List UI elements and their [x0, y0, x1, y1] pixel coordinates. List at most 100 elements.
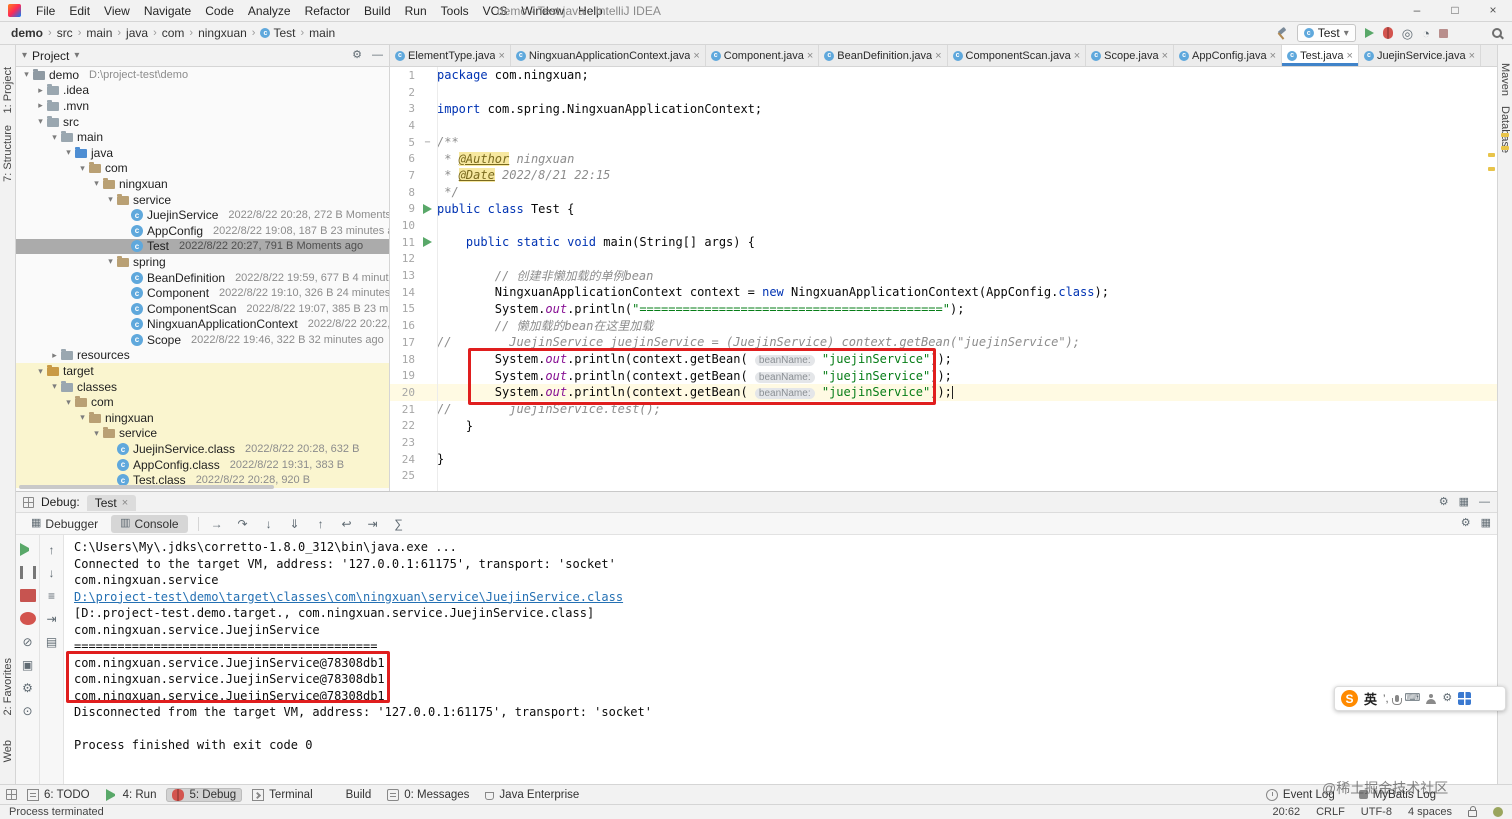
close-icon[interactable]: × — [935, 50, 941, 62]
tree-item-test[interactable]: c Test 2022/8/22 20:27, 791 B Moments ago — [16, 238, 389, 255]
pin-icon[interactable]: ⊙ — [20, 704, 36, 718]
tree-item-target[interactable]: ▾ target — [16, 363, 389, 379]
tool-button-7-structure[interactable]: 7: Structure — [2, 125, 14, 182]
tree-item-ningxuan[interactable]: ▾ ningxuan — [16, 410, 389, 426]
menu-item-refactor[interactable]: Refactor — [298, 4, 357, 18]
tree-item-mvn[interactable]: ▸ .mvn — [16, 98, 389, 114]
ime-settings-icon[interactable]: ⚙ — [1442, 693, 1452, 704]
code-line-25[interactable]: 25 — [390, 468, 1497, 485]
status-utf-8[interactable]: UTF-8 — [1361, 806, 1392, 818]
force-step-into-icon[interactable]: ⇓ — [287, 517, 303, 531]
menu-item-file[interactable]: File — [29, 4, 62, 18]
step-over-icon[interactable]: ↷ — [235, 517, 251, 531]
tree-expanded-icon[interactable]: ▾ — [104, 256, 117, 267]
fold-icon[interactable]: − — [424, 137, 430, 148]
code-line-9[interactable]: 9 public class Test { — [390, 201, 1497, 218]
resume-icon[interactable] — [19, 543, 36, 556]
coverage-button[interactable]: ◎ — [1402, 27, 1413, 40]
tree-item-src[interactable]: ▾ src — [16, 114, 389, 130]
breadcrumb-item-test[interactable]: c Test — [257, 26, 298, 40]
toolwindow-button-0-messages[interactable]: 0: Messages — [381, 788, 475, 802]
settings-icon[interactable]: ⚙ — [20, 681, 36, 695]
code-line-17[interactable]: 17 // JuejinService juejinService = (Juej… — [390, 334, 1497, 351]
code-line-22[interactable]: 22 } — [390, 417, 1497, 434]
code-line-1[interactable]: 1 package com.ningxuan; — [390, 67, 1497, 84]
warning-stripe-mark[interactable] — [1488, 167, 1495, 171]
tree-item-resources[interactable]: ▸ resources — [16, 348, 389, 364]
maximize-button[interactable]: □ — [1436, 0, 1474, 22]
run-to-cursor-icon[interactable]: ⇥ — [44, 612, 60, 626]
toolwindow-button-4-run[interactable]: 4: Run — [100, 788, 163, 802]
code-line-14[interactable]: 14 NingxuanApplicationContext context = … — [390, 284, 1497, 301]
tree-expanded-icon[interactable]: ▾ — [90, 428, 103, 439]
screenshot-icon[interactable]: ▣ — [20, 658, 36, 672]
tree-expanded-icon[interactable]: ▾ — [76, 163, 89, 174]
settings-icon[interactable]: ⚙ — [1461, 518, 1471, 529]
code-line-4[interactable]: 4 — [390, 117, 1497, 134]
tree-item-classes[interactable]: ▾ classes — [16, 378, 389, 395]
menu-item-build[interactable]: Build — [357, 4, 398, 18]
code-line-2[interactable]: 2 — [390, 84, 1497, 101]
minimize-button[interactable]: – — [1398, 0, 1436, 22]
tool-window-switcher-icon[interactable] — [6, 789, 17, 800]
code-line-13[interactable]: 13 // 创建非懒加载的单例bean — [390, 267, 1497, 284]
editor-tab-beandefinition-java[interactable]: c BeanDefinition.java × — [819, 45, 948, 66]
close-button[interactable]: × — [1474, 0, 1512, 22]
menu-item-run[interactable]: Run — [398, 4, 434, 18]
tree-item-java[interactable]: ▾ java — [16, 145, 389, 161]
code-line-7[interactable]: 7 * @Date 2022/8/21 22:15 — [390, 167, 1497, 184]
account-icon[interactable] — [1426, 693, 1437, 704]
gear-icon[interactable]: ⚙ — [352, 50, 362, 61]
menu-item-edit[interactable]: Edit — [62, 4, 97, 18]
status-20-62[interactable]: 20:62 — [1273, 806, 1301, 818]
tree-item-beandefinition[interactable]: c BeanDefinition 2022/8/22 19:59, 677 B 4 … — [16, 270, 389, 286]
tree-item-appconfig[interactable]: c AppConfig 2022/8/22 19:08, 187 B 23 minu… — [16, 223, 389, 239]
breadcrumb-item-src[interactable]: src — [54, 26, 76, 40]
breadcrumb-item-ningxuan[interactable]: ningxuan — [195, 26, 250, 40]
microphone-icon[interactable] — [1391, 695, 1402, 705]
hide-panel-icon[interactable]: ― — [1479, 496, 1490, 508]
tree-expanded-icon[interactable]: ▾ — [104, 194, 117, 205]
run-to-cursor-icon[interactable]: ⇥ — [365, 517, 381, 531]
tree-item-component[interactable]: c Component 2022/8/22 19:10, 326 B 24 minu… — [16, 285, 389, 301]
close-icon[interactable]: × — [1347, 50, 1353, 62]
tree-expanded-icon[interactable]: ▾ — [90, 178, 103, 189]
status-crlf[interactable]: CRLF — [1316, 806, 1345, 818]
tree-expanded-icon[interactable]: ▾ — [62, 147, 75, 158]
editor-tab-appconfig-java[interactable]: c AppConfig.java × — [1174, 45, 1283, 66]
tree-collapsed-icon[interactable]: ▸ — [34, 85, 47, 96]
editor-tab-juejinservice-java[interactable]: c JuejinService.java × — [1358, 45, 1482, 66]
menu-item-code[interactable]: Code — [198, 4, 241, 18]
pause-icon[interactable] — [19, 566, 36, 579]
tree-expanded-icon[interactable]: ▾ — [62, 397, 75, 408]
gear-icon[interactable]: ⚙ — [1439, 496, 1449, 508]
code-line-6[interactable]: 6 * @Author ningxuan — [390, 150, 1497, 167]
breadcrumb-item-demo[interactable]: demo — [8, 26, 46, 40]
breadcrumb-item-com[interactable]: com — [159, 26, 188, 40]
tree-item-com[interactable]: ▾ com — [16, 394, 389, 411]
tree-expanded-icon[interactable]: ▾ — [20, 69, 33, 80]
tree-item-service[interactable]: ▾ service — [16, 425, 389, 442]
breadcrumb-item-main[interactable]: main — [83, 26, 115, 40]
run-line-icon[interactable] — [423, 203, 432, 214]
breadcrumb-item-main[interactable]: main — [306, 26, 338, 40]
tree-item-demo[interactable]: ▾ demo D:\project-test\demo — [16, 67, 389, 83]
tree-expanded-icon[interactable]: ▾ — [48, 132, 61, 143]
step-out-icon[interactable]: ↑ — [313, 517, 329, 531]
debug-session-tab[interactable]: Test × — [86, 495, 137, 511]
status-4-spaces[interactable]: 4 spaces — [1408, 806, 1452, 818]
tree-item-ningxuan[interactable]: ▾ ningxuan — [16, 176, 389, 192]
warning-stripe-mark[interactable] — [1488, 153, 1495, 157]
code-line-24[interactable]: 24} — [390, 451, 1497, 468]
editor-tab-componentscan-java[interactable]: c ComponentScan.java × — [947, 45, 1087, 66]
tree-item-juejinservice[interactable]: c JuejinService 2022/8/22 20:28, 272 B Mom… — [16, 207, 389, 223]
tree-item-componentscan[interactable]: c ComponentScan 2022/8/22 19:07, 385 B 23 … — [16, 301, 389, 317]
code-line-11[interactable]: 11 public static void main(String[] args… — [390, 234, 1497, 251]
code-line-10[interactable]: 10 — [390, 217, 1497, 234]
stop-button[interactable] — [1439, 28, 1448, 38]
code-line-15[interactable]: 15 System.out.println("=================… — [390, 301, 1497, 318]
tree-item-service[interactable]: ▾ service — [16, 192, 389, 208]
chevron-down-icon[interactable]: ▾ — [74, 50, 79, 61]
horizontal-scrollbar[interactable] — [19, 485, 274, 489]
menu-item-tools[interactable]: Tools — [434, 4, 476, 18]
